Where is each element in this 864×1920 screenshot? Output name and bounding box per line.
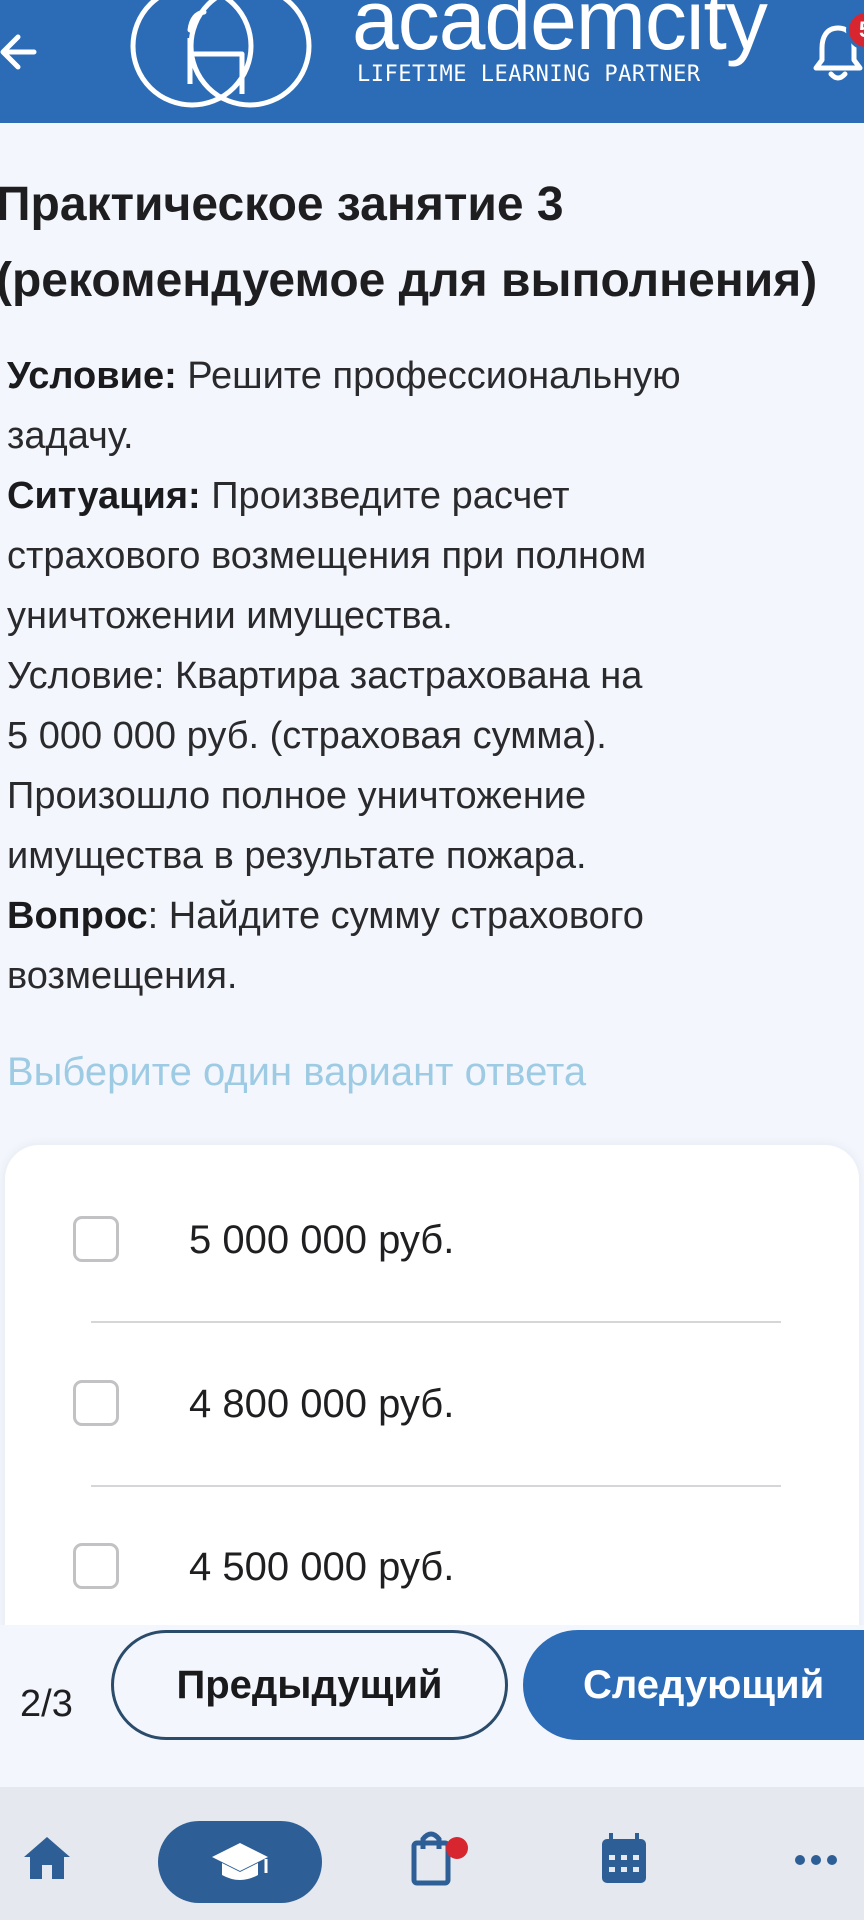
nav-item-courses[interactable] <box>158 1821 322 1903</box>
bottom-navigation <box>0 1787 864 1920</box>
answer-option[interactable]: 5 000 000 руб. <box>5 1180 859 1300</box>
detail-text-line: Произошло полное уничтожение <box>7 775 587 817</box>
answer-label: 4 500 000 руб. <box>189 1545 455 1589</box>
answer-checkbox[interactable] <box>73 1380 119 1426</box>
question-label: Вопрос <box>7 895 148 937</box>
condition-label: Условие: <box>7 355 177 397</box>
shop-badge <box>446 1837 468 1859</box>
answer-label: 4 800 000 руб. <box>189 1382 455 1426</box>
detail-text-line: Условие: Квартира застрахована на <box>7 655 643 697</box>
question-text: : Найдите сумму страхового <box>147 895 644 937</box>
divider <box>91 1321 781 1323</box>
answer-label: 5 000 000 руб. <box>189 1218 455 1262</box>
question-pager: 2/3 Предыдущий Следующий <box>0 1625 864 1787</box>
answer-hint: Выберите один вариант ответа <box>7 1050 587 1094</box>
answer-checkbox[interactable] <box>73 1543 119 1589</box>
situation-text-line: уничтожении имущества. <box>7 595 453 637</box>
situation-paragraph: Ситуация: Произведите расчет <box>7 466 847 526</box>
answer-options-card: 5 000 000 руб. 4 800 000 руб. 4 500 000 … <box>5 1145 859 1665</box>
condition-text: Решите профессиональную <box>176 355 681 397</box>
answer-option[interactable]: 4 500 000 руб. <box>5 1507 859 1627</box>
answer-option[interactable]: 4 800 000 руб. <box>5 1344 859 1464</box>
app-header: academcity LIFETIME LEARNING PARTNER 5 <box>0 0 864 123</box>
situation-label: Ситуация: <box>7 475 201 517</box>
arrow-left-icon <box>0 34 37 70</box>
situation-text: Произведите расчет <box>200 475 570 517</box>
back-button[interactable] <box>0 22 44 82</box>
academcity-logo-icon <box>130 0 312 108</box>
divider <box>91 1485 781 1487</box>
title-line: (рекомендуемое для выполнения) <box>0 254 818 307</box>
nav-item-home[interactable] <box>20 1787 80 1920</box>
next-button[interactable]: Следующий <box>523 1630 864 1740</box>
graduation-cap-icon <box>212 1843 268 1880</box>
previous-button[interactable]: Предыдущий <box>111 1630 508 1740</box>
condition-text-line: задачу. <box>7 415 134 457</box>
detail-text-line: 5 000 000 руб. (страховая сумма). <box>7 715 607 757</box>
home-icon <box>24 1837 70 1879</box>
question-paragraph: Вопрос: Найдите сумму страхового <box>7 886 847 946</box>
nav-item-more[interactable] <box>790 1787 850 1920</box>
task-description: Условие: Решите профессиональную задачу.… <box>7 346 847 1006</box>
brand-name: academcity <box>352 0 768 67</box>
situation-text-line: страхового возмещения при полном <box>7 535 647 577</box>
page-title: Практическое занятие 3 (рекомендуемое дл… <box>0 167 864 319</box>
question-text-line: возмещения. <box>7 955 238 997</box>
title-line: Практическое занятие 3 <box>0 178 564 231</box>
answer-checkbox[interactable] <box>73 1216 119 1262</box>
lesson-screen: academcity LIFETIME LEARNING PARTNER 5 П… <box>0 0 864 1920</box>
question-counter: 2/3 <box>20 1683 73 1725</box>
calendar-icon <box>602 1833 646 1883</box>
brand-tagline: LIFETIME LEARNING PARTNER <box>357 62 701 87</box>
nav-item-calendar[interactable] <box>597 1787 653 1920</box>
more-icon <box>795 1855 837 1865</box>
condition-paragraph: Условие: Решите профессиональную <box>7 346 847 406</box>
detail-text-line: имущества в результате пожара. <box>7 835 587 877</box>
